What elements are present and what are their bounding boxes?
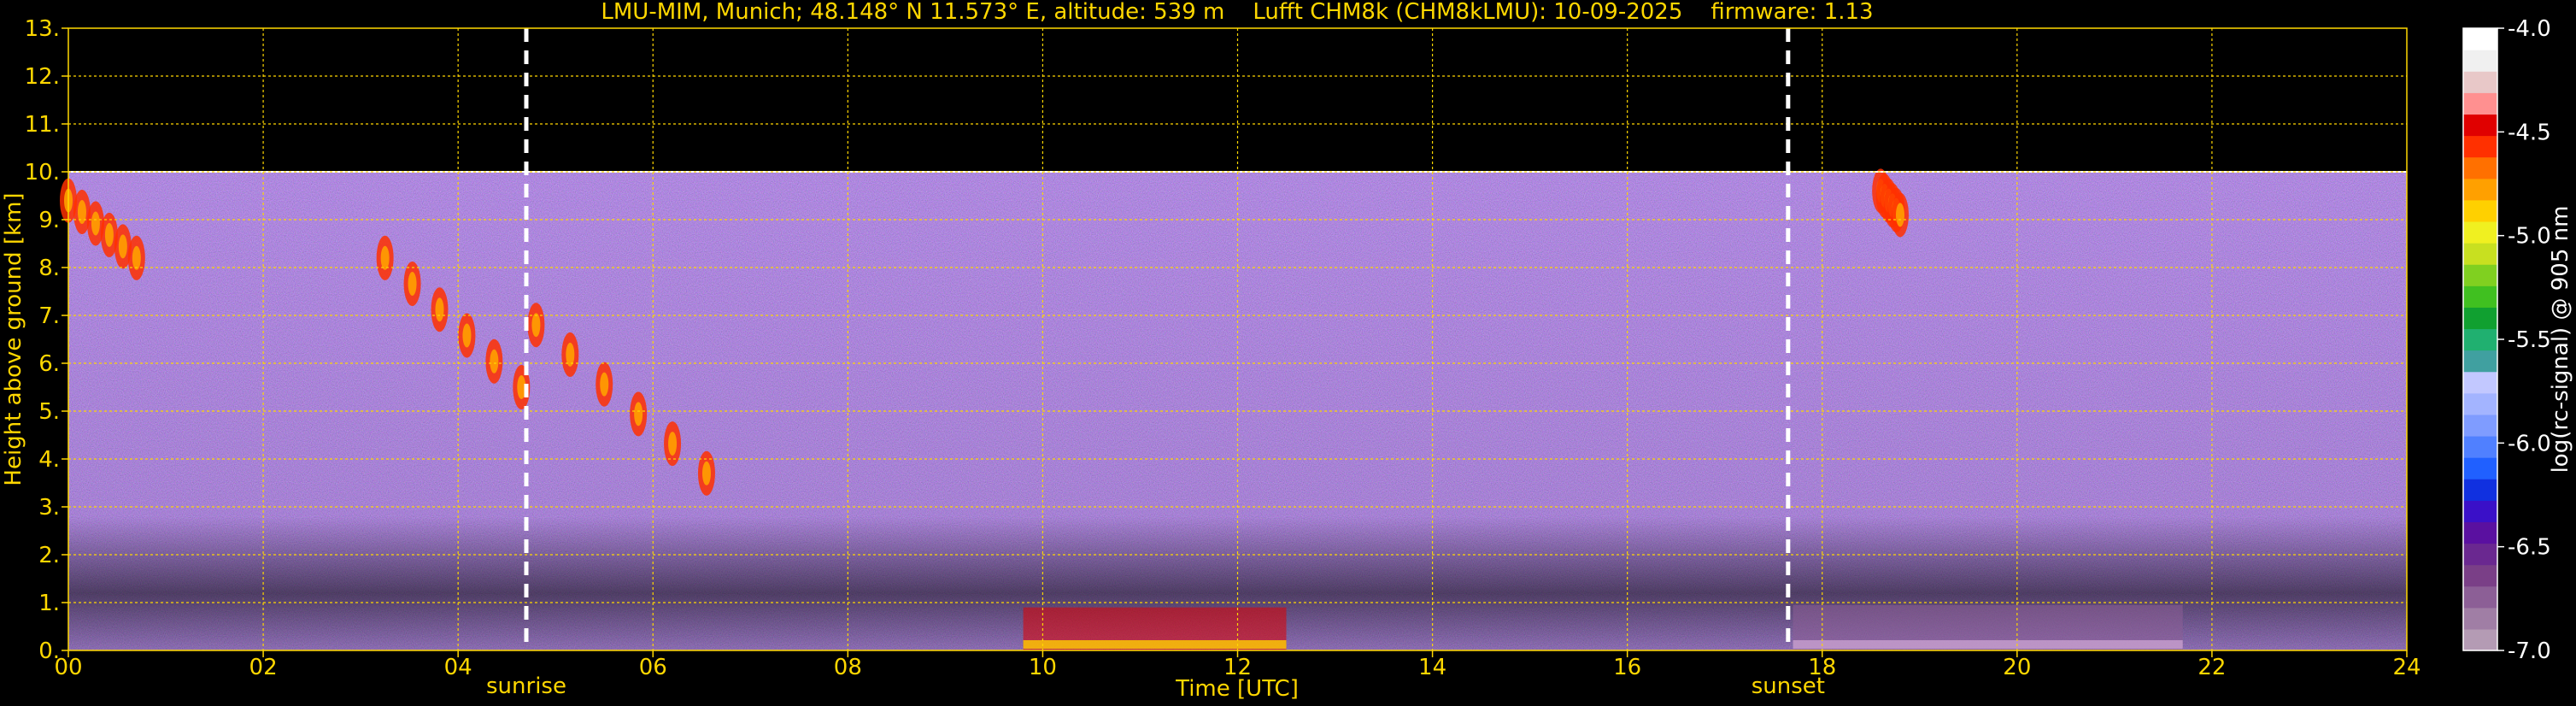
x-tick-label: 08 — [834, 655, 862, 680]
cirrus-core — [701, 461, 711, 485]
ceilometer-chart: LMU-MIM, Munich; 48.148° N 11.573° E, al… — [1, 0, 2573, 702]
cirrus-core — [380, 245, 390, 270]
colorbar-ticks: -7.0 -6.5 -6.0 -5.5 -5.0 -4.5 -4.0 — [2497, 16, 2551, 664]
colorbar-tick-label: -7.0 — [2508, 638, 2551, 664]
colorbar-strip — [2463, 285, 2497, 308]
cirrus-core — [634, 402, 643, 427]
y-tick-label: 9. — [38, 208, 60, 233]
colorbar-strip — [2463, 585, 2497, 609]
y-tick-label: 13. — [25, 16, 60, 42]
colorbar-strip — [2463, 435, 2497, 458]
colorbar-strip — [2463, 328, 2497, 351]
x-tick-label: 10 — [1029, 655, 1057, 680]
y-tick-label: 11. — [25, 112, 60, 138]
colorbar-strip — [2463, 178, 2497, 201]
colorbar-strip — [2463, 114, 2497, 137]
x-axis-label: Time [UTC] — [1175, 676, 1299, 702]
cirrus-core — [600, 372, 609, 397]
colorbar-strip — [2463, 500, 2497, 522]
colorbar-tick-label: -5.0 — [2508, 224, 2551, 250]
colorbar-strip — [2463, 457, 2497, 479]
y-tick-label: 0. — [38, 638, 60, 664]
y-tick-label: 3. — [38, 495, 60, 521]
x-tick-label: 06 — [639, 655, 667, 680]
colorbar: -7.0 -6.5 -6.0 -5.5 -5.0 -4.5 -4.0 log(rc-sign… — [2462, 16, 2573, 664]
colorbar-strip — [2463, 50, 2497, 72]
cirrus-core — [435, 297, 444, 322]
colorbar-strip — [2463, 156, 2497, 179]
cirrus-core — [91, 211, 100, 236]
colorbar-strip — [2463, 199, 2497, 222]
y-tick-label: 4. — [38, 447, 60, 473]
cirrus-core — [118, 234, 127, 259]
cirrus-core — [104, 222, 114, 247]
cirrus-core — [462, 323, 472, 348]
cirrus-core — [490, 349, 499, 374]
colorbar-strip — [2463, 264, 2497, 286]
y-axis-label: Height above ground [km] — [1, 192, 26, 485]
y-tick-label: 2. — [38, 543, 60, 568]
colorbar-tick-label: -5.5 — [2508, 327, 2551, 353]
boundary-layer-base — [1023, 640, 1287, 649]
cirrus-core — [1895, 203, 1904, 227]
cirrus-core — [77, 200, 86, 225]
colorbar-strip — [2463, 521, 2497, 544]
colorbar-strip — [2463, 564, 2497, 587]
x-tick-label: 20 — [2003, 655, 2031, 680]
colorbar-strip — [2463, 543, 2497, 566]
y-tick-label: 12. — [25, 64, 60, 90]
colorbar-tick-label: -4.5 — [2508, 120, 2551, 145]
x-tick-label: 24 — [2392, 655, 2421, 680]
colorbar-tick-label: -6.5 — [2508, 535, 2551, 561]
colorbar-strip — [2463, 243, 2497, 265]
y-tick-label: 6. — [38, 351, 60, 377]
y-tick-label: 5. — [38, 399, 60, 425]
colorbar-strip — [2463, 28, 2497, 50]
x-tick-label: 22 — [2198, 655, 2226, 680]
x-tick-label: 16 — [1613, 655, 1641, 680]
colorbar-strip — [2463, 371, 2497, 394]
sunrise-label: sunrise — [486, 674, 566, 699]
y-tick-label: 8. — [38, 256, 60, 281]
colorbar-strips — [2463, 28, 2497, 651]
colorbar-strip — [2463, 607, 2497, 630]
cirrus-core — [531, 313, 541, 338]
y-tick-label: 1. — [38, 591, 60, 616]
colorbar-label: log(rc-signal) @ 905 nm — [2548, 206, 2573, 474]
x-tick-label: 14 — [1418, 655, 1446, 680]
colorbar-strip — [2463, 221, 2497, 244]
colorbar-strip — [2463, 350, 2497, 373]
cirrus-core — [132, 245, 141, 270]
x-tick-label: 02 — [249, 655, 278, 680]
cirrus-core — [408, 272, 417, 297]
y-tick-label: 10. — [25, 160, 60, 185]
y-tick-label: 7. — [38, 303, 60, 329]
colorbar-strip — [2463, 71, 2497, 93]
x-tick-label: 04 — [444, 655, 472, 680]
colorbar-tick-label: -4.0 — [2508, 16, 2551, 42]
boundary-layer-base — [1793, 640, 2183, 649]
plot-area — [60, 27, 2408, 651]
colorbar-strip — [2463, 628, 2497, 651]
colorbar-strip — [2463, 135, 2497, 158]
colorbar-strip — [2463, 414, 2497, 437]
colorbar-strip — [2463, 307, 2497, 330]
cirrus-core — [668, 432, 678, 456]
colorbar-strip — [2463, 92, 2497, 115]
chart-title: LMU-MIM, Munich; 48.148° N 11.573° E, al… — [601, 0, 1873, 25]
y-axis-ticks: 0. 1. 2. 3. 4. 5. 6. 7. 8. 9. 10. 11. 12. 13. — [25, 16, 68, 664]
colorbar-strip — [2463, 392, 2497, 415]
colorbar-strip — [2463, 479, 2497, 501]
colorbar-tick-label: -6.0 — [2508, 431, 2551, 456]
sunset-label: sunset — [1752, 674, 1825, 699]
